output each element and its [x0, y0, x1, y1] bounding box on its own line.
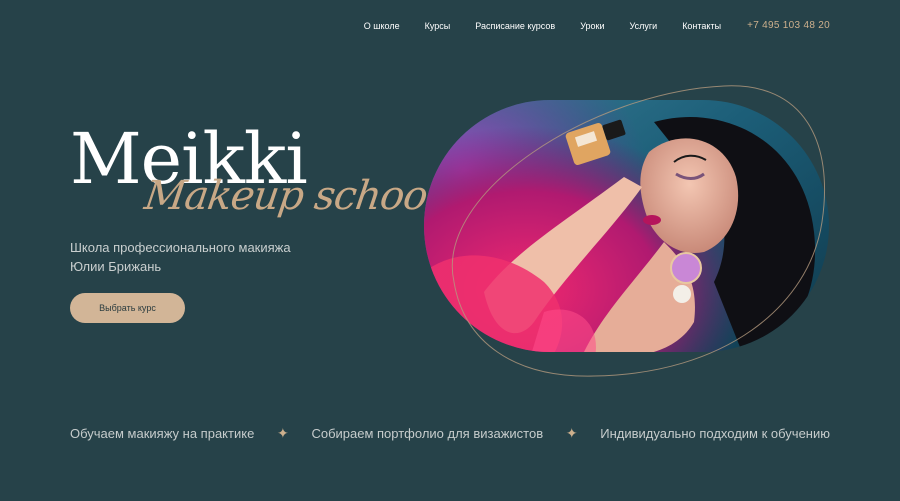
brand-subtitle: Makeup school — [141, 173, 442, 219]
feature-practice: Обучаем макияжу на практике — [70, 426, 255, 441]
tagline-line-2: Юлии Брижань — [70, 259, 162, 274]
nav-item-lessons[interactable]: Уроки — [580, 21, 604, 31]
feature-portfolio: Собираем портфолио для визажистов — [311, 426, 544, 441]
sparkle-icon: ✦ — [565, 425, 578, 441]
nav-item-contacts[interactable]: Контакты — [682, 21, 721, 31]
nav-item-about[interactable]: О школе — [364, 21, 400, 31]
hero-image — [424, 82, 830, 378]
feature-individual: Индивидуально подходим к обучению — [600, 426, 830, 441]
phone-link[interactable]: +7 495 103 48 20 — [747, 20, 830, 31]
tagline-line-1: Школа профессионального макияжа — [70, 240, 291, 255]
top-nav: О школе Курсы Расписание курсов Уроки Ус… — [364, 20, 830, 31]
sparkle-icon: ✦ — [277, 425, 289, 441]
choose-course-button[interactable]: Выбрать курс — [70, 293, 185, 323]
hero-tagline: Школа профессионального макияжа Юлии Бри… — [70, 238, 370, 276]
nav-item-courses[interactable]: Курсы — [425, 21, 451, 31]
features-row: Обучаем макияжу на практике ✦ Собираем п… — [70, 425, 830, 442]
nav-item-services[interactable]: Услуги — [630, 21, 658, 31]
nav-item-schedule[interactable]: Расписание курсов — [475, 21, 555, 31]
hero-image-graphic — [424, 85, 829, 377]
